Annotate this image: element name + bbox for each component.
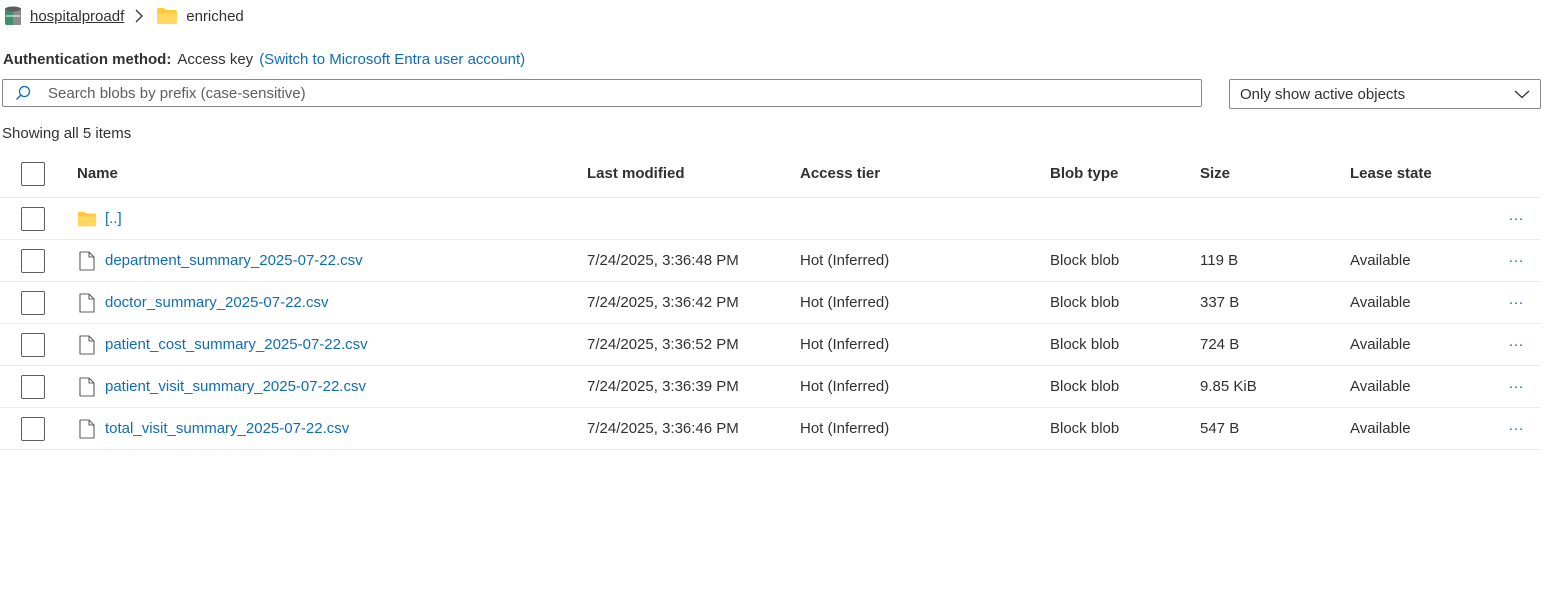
row-checkbox[interactable] (21, 332, 45, 357)
storage-account-icon (3, 5, 23, 27)
blob-type-cell: Block blob (1050, 252, 1120, 269)
column-header-access-tier[interactable]: Access tier (800, 150, 880, 197)
auth-method-label: Authentication method: (3, 50, 172, 68)
column-header-size[interactable]: Size (1200, 150, 1230, 197)
switch-auth-link[interactable]: (Switch to Microsoft Entra user account) (259, 51, 525, 68)
table-row-parent[interactable]: [..] ··· (0, 198, 1541, 240)
last-modified-cell: 7/24/2025, 3:36:52 PM (587, 336, 739, 353)
dropdown-selected-value: Only show active objects (1240, 85, 1406, 103)
item-count: Showing all 5 items (2, 125, 132, 142)
folder-icon (156, 7, 178, 25)
select-all-checkbox[interactable] (21, 161, 45, 186)
last-modified-cell: 7/24/2025, 3:36:42 PM (587, 294, 739, 311)
chevron-right-icon (134, 9, 144, 23)
size-cell: 337 B (1200, 294, 1240, 311)
table-header-row: Name Last modified Access tier Blob type… (0, 150, 1541, 198)
size-cell: 547 B (1200, 420, 1240, 437)
breadcrumb-account-link[interactable]: hospitalproadf (30, 8, 124, 25)
lease-state-cell: Available (1350, 252, 1411, 269)
more-options-icon[interactable]: ··· (1504, 282, 1528, 323)
row-name-cell: total_visit_summary_2025-07-22.csv (77, 408, 349, 449)
row-checkbox[interactable] (21, 206, 45, 231)
lease-state-cell: Available (1350, 294, 1411, 311)
access-tier-cell: Hot (Inferred) (800, 420, 890, 437)
row-checkbox[interactable] (21, 290, 45, 315)
document-icon (77, 250, 97, 271)
document-icon (77, 376, 97, 397)
chevron-down-icon (1514, 86, 1530, 103)
table-row[interactable]: total_visit_summary_2025-07-22.csv 7/24/… (0, 408, 1541, 450)
table-row[interactable]: department_summary_2025-07-22.csv 7/24/2… (0, 240, 1541, 282)
blob-type-cell: Block blob (1050, 336, 1120, 353)
document-icon (77, 292, 97, 313)
breadcrumb: hospitalproadf enriched (3, 4, 244, 28)
lease-state-cell: Available (1350, 420, 1411, 437)
document-icon (77, 418, 97, 439)
blob-name-link[interactable]: patient_visit_summary_2025-07-22.csv (105, 378, 366, 395)
column-header-lease-state[interactable]: Lease state (1350, 150, 1432, 197)
more-options-icon[interactable]: ··· (1504, 198, 1528, 239)
more-options-icon[interactable]: ··· (1504, 324, 1528, 365)
row-checkbox[interactable] (21, 374, 45, 399)
access-tier-cell: Hot (Inferred) (800, 294, 890, 311)
parent-folder-link[interactable]: [..] (105, 210, 122, 227)
size-cell: 119 B (1200, 252, 1239, 269)
blob-name-link[interactable]: doctor_summary_2025-07-22.csv (105, 294, 328, 311)
breadcrumb-container: enriched (186, 7, 244, 25)
blob-name-link[interactable]: department_summary_2025-07-22.csv (105, 252, 363, 269)
row-checkbox[interactable] (21, 416, 45, 441)
active-objects-dropdown[interactable]: Only show active objects (1229, 79, 1541, 109)
more-options-icon[interactable]: ··· (1504, 240, 1528, 281)
column-header-last-modified[interactable]: Last modified (587, 150, 685, 197)
access-tier-cell: Hot (Inferred) (800, 252, 890, 269)
more-options-icon[interactable]: ··· (1504, 366, 1528, 407)
last-modified-cell: 7/24/2025, 3:36:39 PM (587, 378, 739, 395)
row-name-cell: [..] (77, 198, 122, 239)
blob-type-cell: Block blob (1050, 378, 1120, 395)
access-tier-cell: Hot (Inferred) (800, 378, 890, 395)
access-tier-cell: Hot (Inferred) (800, 336, 890, 353)
table-row[interactable]: patient_cost_summary_2025-07-22.csv 7/24… (0, 324, 1541, 366)
search-input[interactable] (43, 84, 1188, 102)
column-header-name[interactable]: Name (77, 150, 118, 197)
row-name-cell: department_summary_2025-07-22.csv (77, 240, 363, 281)
size-cell: 9.85 KiB (1200, 378, 1257, 395)
column-header-blob-type[interactable]: Blob type (1050, 150, 1118, 197)
folder-icon (77, 210, 97, 228)
size-cell: 724 B (1200, 336, 1240, 353)
more-options-icon[interactable]: ··· (1504, 408, 1528, 449)
row-name-cell: patient_visit_summary_2025-07-22.csv (77, 366, 366, 407)
table-row[interactable]: patient_visit_summary_2025-07-22.csv 7/2… (0, 366, 1541, 408)
blob-table: Name Last modified Access tier Blob type… (0, 150, 1541, 450)
auth-method: Authentication method: Access key (Switc… (3, 48, 525, 70)
blob-name-link[interactable]: patient_cost_summary_2025-07-22.csv (105, 336, 368, 353)
auth-method-value: Access key (177, 50, 254, 68)
search-icon (3, 85, 43, 101)
document-icon (77, 334, 97, 355)
table-row[interactable]: doctor_summary_2025-07-22.csv 7/24/2025,… (0, 282, 1541, 324)
row-name-cell: doctor_summary_2025-07-22.csv (77, 282, 328, 323)
blob-name-link[interactable]: total_visit_summary_2025-07-22.csv (105, 420, 349, 437)
last-modified-cell: 7/24/2025, 3:36:48 PM (587, 252, 739, 269)
row-name-cell: patient_cost_summary_2025-07-22.csv (77, 324, 368, 365)
blob-type-cell: Block blob (1050, 420, 1120, 437)
search-box (2, 79, 1202, 107)
row-checkbox[interactable] (21, 248, 45, 273)
blob-type-cell: Block blob (1050, 294, 1120, 311)
lease-state-cell: Available (1350, 378, 1411, 395)
last-modified-cell: 7/24/2025, 3:36:46 PM (587, 420, 739, 437)
lease-state-cell: Available (1350, 336, 1411, 353)
